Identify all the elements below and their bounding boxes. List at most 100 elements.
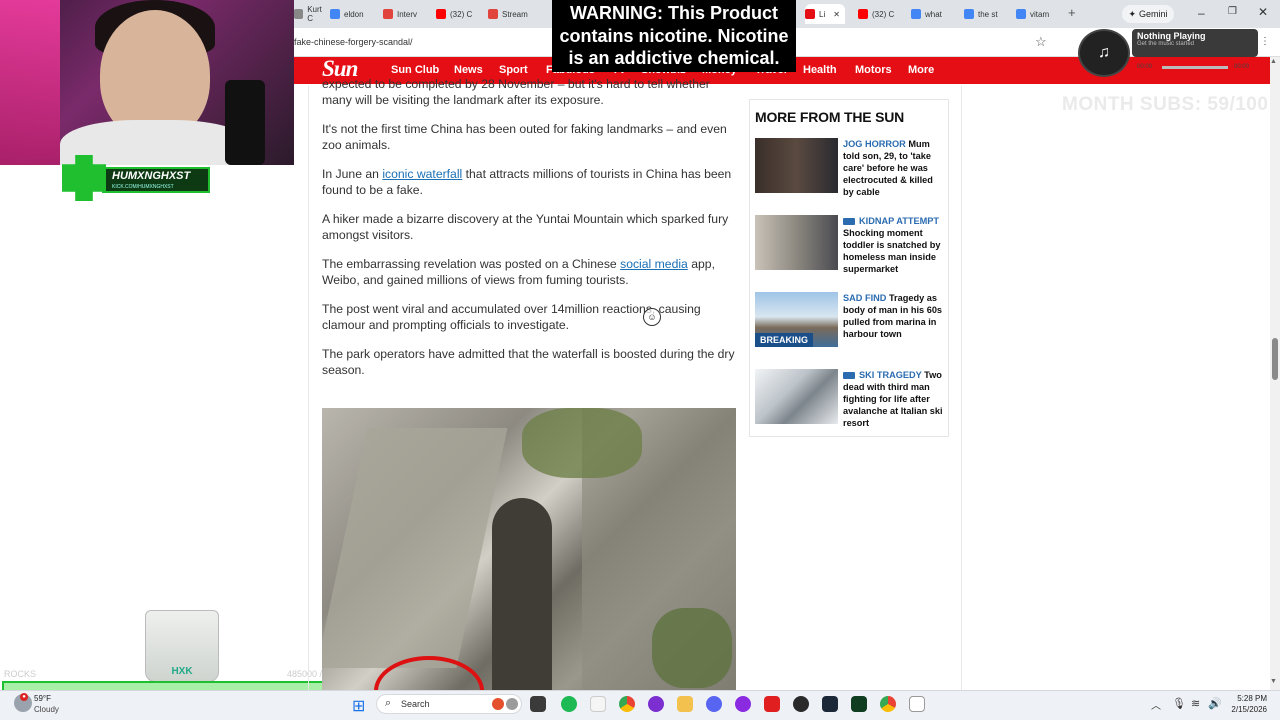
weather-temperature[interactable]: 59°F (34, 694, 51, 703)
minimize-icon[interactable]: – (1198, 6, 1205, 20)
sidebar-title: MORE FROM THE SUN (755, 109, 905, 125)
bookmark-star-icon[interactable]: ☆ (1035, 34, 1047, 50)
tab-favicon-icon (858, 9, 868, 19)
story-text[interactable]: SAD FIND Tragedy as body of man in his 6… (843, 292, 946, 340)
story-text[interactable]: KIDNAP ATTEMPT Shocking moment toddler is… (843, 215, 946, 275)
app-icon[interactable] (648, 696, 664, 712)
tab-label: (32) C (872, 9, 895, 19)
app-icon[interactable] (506, 698, 518, 710)
chrome-icon[interactable] (880, 696, 896, 712)
app-icon[interactable] (764, 696, 780, 712)
story-thumbnail[interactable] (755, 138, 838, 193)
url-text[interactable]: fake-chinese-forgery-scandal/ (294, 37, 413, 47)
chrome-icon[interactable] (619, 696, 635, 712)
tab-label: Stream (502, 9, 528, 19)
weather-condition[interactable]: Cloudy (34, 705, 59, 714)
browser-tab[interactable]: what (911, 4, 961, 24)
warning-line: WARNING: This Product (570, 3, 778, 23)
now-playing-subtitle: Get the music started (1137, 41, 1195, 47)
browser-tab[interactable]: the st (964, 4, 1014, 24)
chevron-up-icon[interactable]: ︿ (1151, 697, 1161, 712)
spotify-icon[interactable] (561, 696, 577, 712)
scrollbar-thumb[interactable] (1272, 338, 1278, 380)
browser-tab[interactable]: eldon (330, 4, 380, 24)
nav-motors[interactable]: Motors (855, 64, 892, 76)
tab-favicon-icon (805, 9, 815, 19)
app-icon[interactable] (492, 698, 504, 710)
app-icon[interactable] (735, 696, 751, 712)
story-thumbnail[interactable] (755, 215, 838, 270)
article-body: expected to be completed by 28 November … (322, 76, 736, 391)
maximize-icon[interactable]: ❐ (1228, 6, 1237, 17)
app-icon[interactable] (851, 696, 867, 712)
wifi-icon[interactable]: ≋ (1191, 697, 1200, 710)
scroll-up-icon[interactable]: ▲ (1270, 58, 1277, 65)
foliage (652, 608, 732, 688)
channel-badge: HUMXNGHXST KICK.COM/HUMXNGHXST (62, 155, 210, 201)
steam-icon[interactable] (822, 696, 838, 712)
tab-label: eldon (344, 9, 364, 19)
microphone-icon[interactable]: 🎙 (1172, 697, 1186, 710)
browser-tab[interactable]: vitam (1016, 4, 1066, 24)
tab-label: vitam (1030, 9, 1050, 19)
sparkle-icon: ✦ (1128, 8, 1137, 19)
story-kicker: SAD FIND (843, 293, 887, 303)
tab-favicon-icon (1016, 9, 1026, 19)
search-label[interactable]: Search (401, 699, 430, 709)
story-thumbnail[interactable]: BREAKING (755, 292, 838, 347)
browser-tab[interactable]: Li ✕ (805, 4, 845, 24)
story-text[interactable]: SKI TRAGEDY Two dead with third man figh… (843, 369, 946, 429)
browser-tab[interactable]: (32) C (436, 4, 486, 24)
nav-health[interactable]: Health (803, 64, 837, 76)
obs-icon[interactable] (793, 696, 809, 712)
music-app-icon[interactable] (590, 696, 606, 712)
terminal-icon[interactable] (530, 696, 546, 712)
article-paragraph: In June an iconic waterfall that attract… (322, 166, 736, 198)
article-video[interactable] (322, 408, 736, 690)
article-paragraph: expected to be completed by 28 November … (322, 77, 710, 107)
now-playing-panel: Nothing Playing Get the music started (1132, 29, 1258, 57)
tab-label: the st (978, 9, 998, 19)
more-vertical-icon[interactable]: ⋮ (1260, 36, 1270, 47)
browser-tab[interactable]: (32) C (858, 4, 908, 24)
browser-tab[interactable]: Kurt C (294, 4, 328, 24)
speaker-icon[interactable]: 🔊 (1208, 697, 1222, 710)
discord-icon[interactable] (706, 696, 722, 712)
sidebar-story[interactable]: BREAKING SAD FIND Tragedy as body of man… (755, 292, 945, 352)
close-icon[interactable]: ✕ (1258, 5, 1268, 19)
clock-date[interactable]: 2/15/2026 (1229, 705, 1267, 714)
text: The embarrassing revelation was posted o… (322, 257, 621, 271)
warning-line: is an addictive chemical. (568, 48, 780, 68)
sidebar-story[interactable]: KIDNAP ATTEMPT Shocking moment toddler is… (755, 215, 945, 275)
cup-overlay: HXK (145, 610, 219, 682)
story-kicker: KIDNAP ATTEMPT (859, 216, 939, 226)
now-playing-track (1162, 66, 1228, 69)
scroll-down-icon[interactable]: ▼ (1270, 678, 1277, 685)
nav-more[interactable]: More (908, 64, 934, 76)
iconic-waterfall-link[interactable]: iconic waterfall (382, 167, 462, 181)
folder-icon[interactable] (677, 696, 693, 712)
tab-favicon-icon (383, 9, 393, 19)
nav-sport[interactable]: Sport (499, 64, 528, 76)
browser-tab[interactable]: Stream (488, 4, 538, 24)
gorge (492, 498, 552, 690)
clock-time[interactable]: 5:28 PM (1229, 694, 1267, 703)
windows-start-icon[interactable]: ⊞ (352, 696, 365, 716)
snipping-tool-icon[interactable] (909, 696, 925, 712)
social-media-link[interactable]: social media (620, 257, 688, 271)
webcam-feed (0, 0, 294, 165)
close-tab-icon[interactable]: ✕ (833, 10, 840, 19)
new-tab-button[interactable]: + (1068, 5, 1076, 20)
notification-badge: ● (20, 693, 28, 701)
story-text[interactable]: JOG HORROR Mum told son, 29, to 'take ca… (843, 138, 946, 198)
nav-news[interactable]: News (454, 64, 483, 76)
nav-sun-club[interactable]: Sun Club (391, 64, 439, 76)
browser-tab[interactable]: Interv (383, 4, 433, 24)
breaking-badge: BREAKING (755, 333, 814, 347)
tab-favicon-icon (330, 9, 340, 19)
sidebar-story[interactable]: JOG HORROR Mum told son, 29, to 'take ca… (755, 138, 945, 198)
search-icon[interactable]: ⌕ (385, 697, 391, 710)
gemini-button[interactable]: ✦ Gemini (1122, 5, 1174, 23)
story-thumbnail[interactable] (755, 369, 838, 424)
sidebar-story[interactable]: SKI TRAGEDY Two dead with third man figh… (755, 369, 945, 429)
